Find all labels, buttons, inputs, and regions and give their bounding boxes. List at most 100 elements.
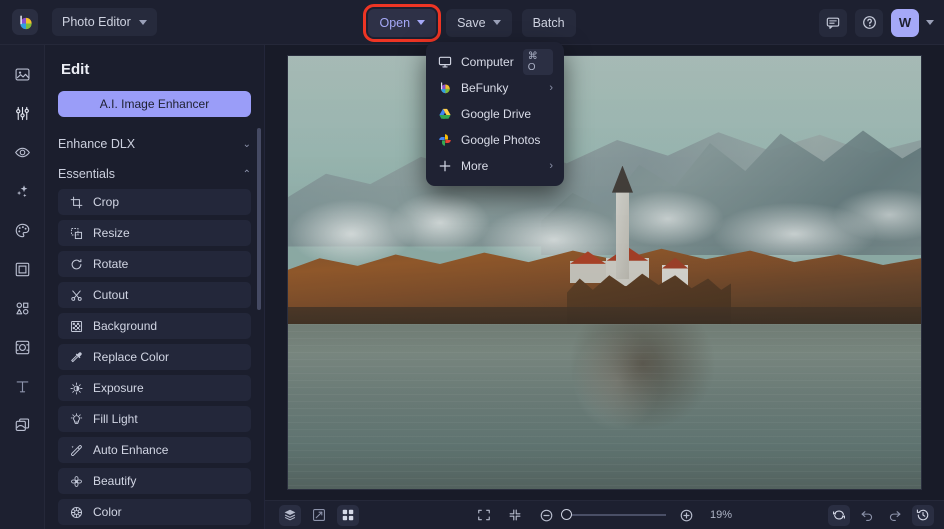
section-essentials[interactable]: Essentials ⌃ [58, 159, 251, 189]
zoom-out-button[interactable] [535, 505, 557, 526]
zoom-in-icon [680, 509, 692, 521]
color-wheel-icon [69, 505, 83, 519]
list-item-label: Beautify [93, 474, 137, 488]
grid-icon [342, 509, 354, 521]
rail-item-graphics[interactable] [8, 294, 36, 322]
reset-button[interactable] [828, 504, 850, 526]
plus-icon [437, 159, 452, 174]
tool-rail [0, 45, 45, 529]
batch-button[interactable]: Batch [521, 8, 576, 37]
zoom-slider[interactable] [561, 509, 666, 520]
photo-color-grade [288, 56, 921, 489]
list-item-background[interactable]: Background [58, 313, 251, 339]
list-item-exposure[interactable]: Exposure [58, 375, 251, 401]
list-item-cutout[interactable]: Cutout [58, 282, 251, 308]
photo-editor-app: Photo Editor Open Save Batch W Computer … [0, 0, 944, 529]
palette-icon [15, 223, 29, 237]
history-button[interactable] [912, 504, 934, 526]
scissors-icon [69, 288, 83, 302]
list-item-auto-enhance[interactable]: Auto Enhance [58, 437, 251, 463]
section-label: Enhance DLX [58, 137, 136, 151]
monitor-icon [437, 55, 452, 70]
redo-button[interactable] [884, 505, 906, 526]
layers-button[interactable] [279, 504, 301, 526]
list-item-replace-color[interactable]: Replace Color [58, 344, 251, 370]
collapse-icon [509, 509, 521, 521]
list-item-label: Fill Light [93, 412, 138, 426]
rail-item-frames[interactable] [8, 255, 36, 283]
image-icon [15, 67, 29, 81]
befunky-logo-icon[interactable] [12, 9, 38, 35]
save-button[interactable]: Save [446, 8, 512, 37]
rail-item-edit[interactable] [8, 99, 36, 127]
menu-item-label: BeFunky [461, 81, 509, 95]
checkerboard-icon [69, 319, 83, 333]
chevron-down-icon[interactable] [926, 20, 934, 25]
list-item-label: Resize [93, 226, 130, 240]
menu-item-befunky[interactable]: BeFunky › [426, 75, 564, 101]
rail-item-retouch[interactable] [8, 138, 36, 166]
section-enhance-dlx[interactable]: Enhance DLX ⌄ [58, 129, 251, 159]
list-item-color[interactable]: Color [58, 499, 251, 525]
menu-item-label: Google Drive [461, 107, 532, 121]
avatar[interactable]: W [891, 8, 919, 37]
menu-item-computer[interactable]: Computer ⌘ O [426, 49, 564, 75]
canvas-area [265, 45, 944, 500]
chevron-up-icon: ⌃ [242, 168, 251, 180]
menu-item-label: More [461, 159, 489, 173]
google-photos-icon [437, 133, 452, 148]
menu-item-google-drive[interactable]: Google Drive [426, 101, 564, 127]
list-item-crop[interactable]: Crop [58, 189, 251, 215]
list-item-resize[interactable]: Resize [58, 220, 251, 246]
grid-button[interactable] [337, 504, 359, 526]
actual-size-button[interactable] [504, 505, 526, 526]
zoom-in-button[interactable] [675, 505, 697, 526]
chevron-down-icon [492, 20, 501, 25]
list-item-fill-light[interactable]: Fill Light [58, 406, 251, 432]
bottom-toolbar: 19% [265, 500, 944, 529]
ai-image-enhancer-button[interactable]: A.I. Image Enhancer [58, 91, 251, 117]
list-item-label: Color [93, 505, 122, 519]
help-button[interactable] [855, 8, 883, 37]
zoom-slider-handle[interactable] [561, 509, 572, 520]
eyedropper-icon [69, 350, 83, 364]
open-button[interactable]: Open [363, 3, 442, 42]
rail-item-artsy[interactable] [8, 216, 36, 244]
list-item-label: Crop [93, 195, 120, 209]
avatar-initial: W [898, 15, 912, 30]
fit-to-screen-button[interactable] [473, 505, 495, 526]
app-switcher[interactable]: Photo Editor [52, 8, 157, 36]
chevron-down-icon [138, 19, 147, 25]
compare-button[interactable] [308, 505, 330, 526]
rail-item-text[interactable] [8, 372, 36, 400]
open-dropdown-menu: Computer ⌘ O BeFunky › Google Drive Goog… [426, 42, 564, 186]
crop-icon [69, 195, 83, 209]
essentials-list: Crop Resize Rotate Cutout Background Rep… [58, 189, 251, 525]
redo-icon [889, 511, 901, 521]
list-item-label: Exposure [93, 381, 144, 395]
rail-item-overlays[interactable] [8, 333, 36, 361]
canvas-photo[interactable] [288, 56, 921, 489]
magic-wand-icon [69, 443, 83, 457]
chevron-right-icon: › [549, 160, 553, 172]
feedback-button[interactable] [819, 8, 847, 37]
page-title: Edit [61, 61, 90, 78]
list-item-beautify[interactable]: Beautify [58, 468, 251, 494]
brightness-icon [69, 381, 83, 395]
menu-item-google-photos[interactable]: Google Photos [426, 127, 564, 153]
undo-icon [861, 511, 873, 521]
panel-scrollbar[interactable] [257, 128, 261, 310]
list-item-rotate[interactable]: Rotate [58, 251, 251, 277]
undo-button[interactable] [856, 505, 878, 526]
menu-item-more[interactable]: More › [426, 153, 564, 179]
batch-button-label: Batch [532, 15, 565, 30]
list-item-label: Auto Enhance [93, 443, 169, 457]
edit-panel: Edit A.I. Image Enhancer Enhance DLX ⌄ E… [45, 45, 265, 529]
list-item-label: Cutout [93, 288, 129, 302]
sliders-icon [15, 106, 29, 120]
menu-item-label: Computer [461, 55, 514, 69]
rail-item-image[interactable] [8, 60, 36, 88]
top-toolbar: Photo Editor Open Save Batch W [0, 0, 944, 45]
rail-item-effects[interactable] [8, 177, 36, 205]
rail-item-textures[interactable] [8, 411, 36, 439]
